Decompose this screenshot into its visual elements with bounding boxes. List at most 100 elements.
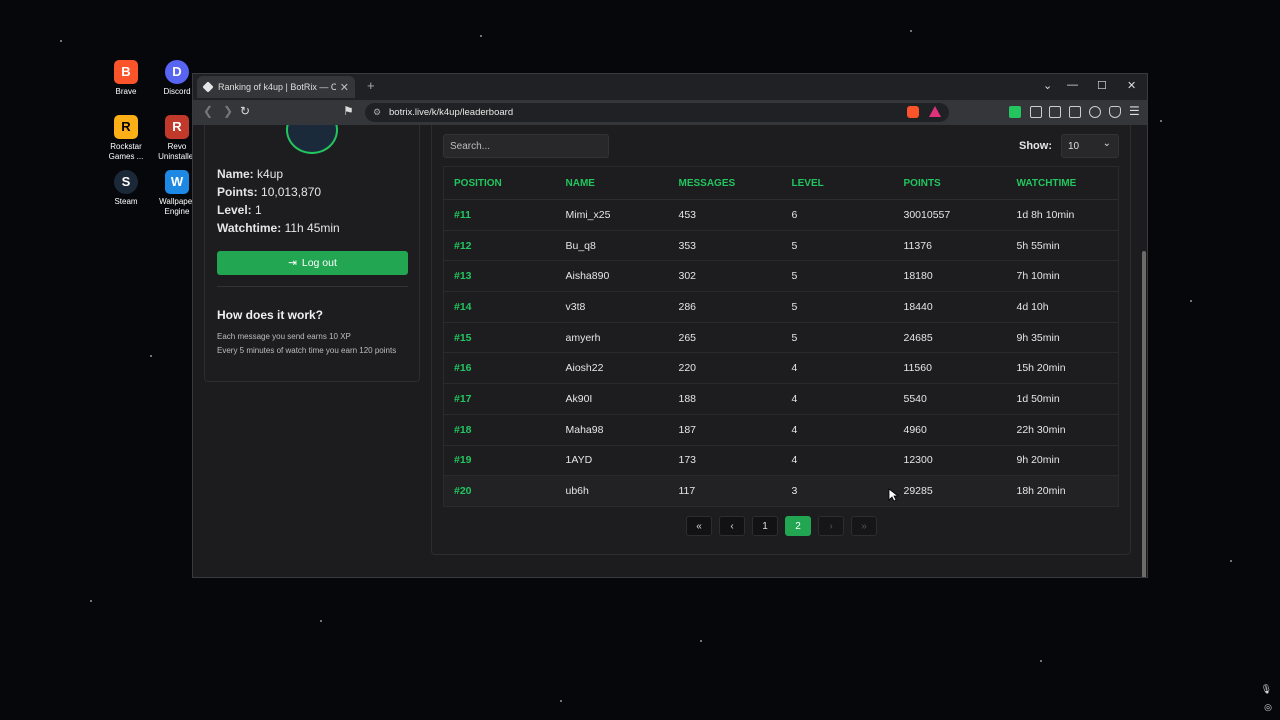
page-1-button[interactable]: 1 xyxy=(752,516,778,536)
cell-points: 18440 xyxy=(893,291,1007,323)
close-tab-icon[interactable]: ✕ xyxy=(340,81,349,94)
cell-name: Ak90I xyxy=(555,383,669,415)
table-row: #11 Mimi_x25 453 6 30010557 1d 8h 10min xyxy=(443,199,1119,231)
previous-page-button[interactable]: ‹ xyxy=(719,516,745,536)
last-page-button: » xyxy=(851,516,877,536)
maximize-button[interactable]: ☐ xyxy=(1097,79,1107,92)
cell-name: ub6h xyxy=(555,475,669,507)
show-count-select[interactable]: 10 ⌄ xyxy=(1061,134,1119,158)
column-header-points[interactable]: POINTS xyxy=(893,166,1007,200)
cell-name: amyerh xyxy=(555,322,669,354)
table-header-row: POSITION NAME MESSAGES LEVEL POINTS WATC… xyxy=(443,166,1119,200)
tab-title: Ranking of k4up | BotRix — Clou xyxy=(218,82,336,92)
location-icon[interactable]: ◎ xyxy=(1264,702,1272,713)
cell-name: Aisha890 xyxy=(555,260,669,293)
desktop-icon-label: Wallpaper Engine xyxy=(159,197,195,216)
column-header-position[interactable]: POSITION xyxy=(443,166,556,200)
cell-level: 4 xyxy=(781,414,894,446)
search-input[interactable] xyxy=(443,134,609,158)
brave-icon: B xyxy=(114,60,138,84)
close-window-button[interactable]: ✕ xyxy=(1127,79,1136,92)
cell-level: 5 xyxy=(781,322,894,354)
desktop-icon-rockstar[interactable]: R Rockstar Games ... xyxy=(98,115,154,162)
bookmark-icon[interactable]: ⚑ xyxy=(343,104,354,118)
divider xyxy=(217,286,408,287)
site-info-icon[interactable]: ⚙ xyxy=(373,107,381,118)
address-bar[interactable]: ⚙ botrix.live/k/k4up/leaderboard xyxy=(365,103,949,122)
new-tab-button[interactable]: + xyxy=(367,78,375,93)
table-row: #17 Ak90I 188 4 5540 1d 50min xyxy=(443,383,1119,415)
microphone-icon[interactable]: 🎙 xyxy=(1261,684,1272,695)
next-page-button: › xyxy=(818,516,844,536)
tab-leaderboard[interactable]: Ranking of k4up | BotRix — Clou ✕ xyxy=(197,76,355,98)
profile-card: Name: k4up Points: 10,013,870 Level: 1 W… xyxy=(204,125,420,382)
cell-position: #12 xyxy=(443,230,556,262)
cell-watchtime: 5h 55min xyxy=(1006,230,1119,262)
watchtime-value: 11h 45min xyxy=(284,221,340,235)
column-header-messages[interactable]: MESSAGES xyxy=(668,166,782,200)
cell-messages: 187 xyxy=(668,414,782,446)
forward-button[interactable]: ❯ xyxy=(223,104,233,118)
back-button[interactable]: ❮ xyxy=(203,104,213,118)
column-header-watchtime[interactable]: WATCHTIME xyxy=(1006,166,1119,200)
cell-position: #16 xyxy=(443,352,556,385)
cell-position: #18 xyxy=(443,414,556,446)
points-label: Points: xyxy=(217,185,258,199)
puzzle-extensions-icon[interactable] xyxy=(1030,106,1042,118)
name-value: k4up xyxy=(257,167,284,181)
cell-messages: 188 xyxy=(668,383,782,415)
table-row: #12 Bu_q8 353 5 11376 5h 55min xyxy=(443,230,1119,262)
cell-name: v3t8 xyxy=(555,291,669,323)
cell-name: Maha98 xyxy=(555,414,669,446)
wallet-icon[interactable] xyxy=(1069,106,1081,118)
table-row: #14 v3t8 286 5 18440 4d 10h xyxy=(443,291,1119,323)
botrix-favicon-icon xyxy=(202,81,214,93)
table-row: #19 1AYD 173 4 12300 9h 20min xyxy=(443,445,1119,477)
cell-level: 4 xyxy=(781,383,894,415)
revo-uninstaller-icon: R xyxy=(165,115,189,139)
page-2-button[interactable]: 2 xyxy=(785,516,811,536)
browser-toolbar: ❮ ❯ ↻ ⚑ ⚙ botrix.live/k/k4up/leaderboard… xyxy=(193,100,1147,125)
desktop-icon-label: Brave xyxy=(115,87,137,96)
how-it-works-line-2: Every 5 minutes of watch time you earn 1… xyxy=(217,346,397,355)
cell-points: 11560 xyxy=(893,352,1007,385)
column-header-level[interactable]: LEVEL xyxy=(781,166,894,200)
desktop-icon-brave[interactable]: B Brave xyxy=(98,60,154,97)
show-count-value: 10 xyxy=(1068,140,1080,152)
cell-level: 5 xyxy=(781,260,894,293)
pagination: « ‹ 1 2 › » xyxy=(686,516,880,536)
first-page-button[interactable]: « xyxy=(686,516,712,536)
column-header-name[interactable]: NAME xyxy=(555,166,669,200)
desktop-icon-label: Rockstar Games ... xyxy=(108,142,144,161)
cell-points: 24685 xyxy=(893,322,1007,354)
extension-icon[interactable] xyxy=(1009,106,1021,118)
menu-icon[interactable]: ☰ xyxy=(1129,104,1140,118)
name-label: Name: xyxy=(217,167,254,181)
minimize-button[interactable]: — xyxy=(1067,79,1078,91)
cell-watchtime: 18h 20min xyxy=(1006,475,1119,507)
cell-name: Bu_q8 xyxy=(555,230,669,262)
desktop-icon-steam[interactable]: S Steam xyxy=(98,170,154,207)
scrollbar-thumb[interactable] xyxy=(1142,251,1146,577)
reload-button[interactable]: ↻ xyxy=(240,104,250,118)
logout-button[interactable]: ⇥ Log out xyxy=(217,251,408,275)
brave-shields-icon[interactable] xyxy=(907,106,919,118)
sidebar-icon[interactable] xyxy=(1049,106,1061,118)
table-row: #20 ub6h 117 3 29285 18h 20min xyxy=(443,475,1119,507)
rockstar-icon: R xyxy=(114,115,138,139)
cell-name: Mimi_x25 xyxy=(555,199,669,231)
cell-position: #13 xyxy=(443,260,556,293)
vpn-shield-icon[interactable] xyxy=(1109,106,1121,118)
cell-name: Aiosh22 xyxy=(555,352,669,385)
tab-list-chevron-icon[interactable]: ⌄ xyxy=(1043,79,1052,92)
brave-rewards-icon[interactable] xyxy=(929,106,941,117)
url-text: botrix.live/k/k4up/leaderboard xyxy=(389,107,514,118)
table-row: #15 amyerh 265 5 24685 9h 35min xyxy=(443,322,1119,354)
page-scrollbar[interactable] xyxy=(1141,181,1146,577)
chevron-down-icon: ⌄ xyxy=(1102,138,1111,149)
tab-bar: Ranking of k4up | BotRix — Clou ✕ + ⌄ — … xyxy=(193,74,1147,100)
leo-ai-icon[interactable] xyxy=(1089,106,1101,118)
steam-icon: S xyxy=(114,170,138,194)
browser-window: Ranking of k4up | BotRix — Clou ✕ + ⌄ — … xyxy=(192,73,1148,578)
cell-points: 12300 xyxy=(893,445,1007,477)
